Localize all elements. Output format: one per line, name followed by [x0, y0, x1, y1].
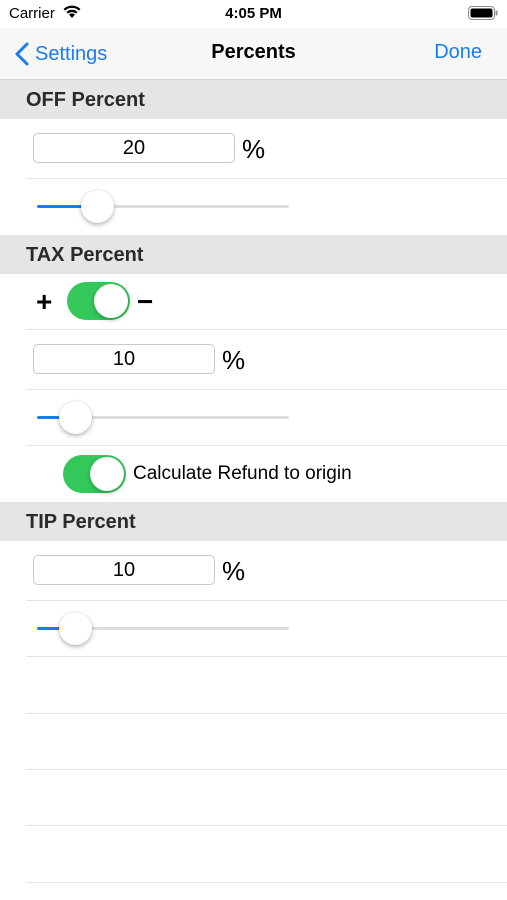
separator — [26, 600, 507, 601]
tax-percent-slider[interactable] — [37, 398, 289, 438]
tip-percent-sign: % — [222, 556, 246, 586]
separator — [26, 178, 507, 179]
slider-thumb[interactable] — [58, 612, 92, 645]
tax-percent-header: TAX Percent — [0, 235, 507, 274]
tip-percent-header: TIP Percent — [0, 502, 507, 541]
off-percent-sign: % — [242, 134, 266, 164]
refund-label: Calculate Refund to origin — [133, 463, 352, 484]
separator — [26, 713, 507, 714]
tax-sign-toggle[interactable] — [67, 282, 130, 320]
plus-label: + — [36, 286, 53, 317]
separator — [26, 329, 507, 330]
status-time: 4:05 PM — [225, 5, 282, 22]
separator — [26, 825, 507, 826]
minus-label: − — [137, 286, 154, 317]
tax-percent-title: TAX Percent — [26, 244, 144, 266]
off-percent-field[interactable] — [33, 133, 235, 163]
tax-percent-field[interactable] — [33, 344, 215, 374]
slider-thumb[interactable] — [58, 401, 92, 434]
done-button[interactable]: Done — [434, 41, 482, 64]
refund-toggle[interactable] — [63, 455, 126, 493]
tip-percent-field[interactable] — [33, 555, 215, 585]
off-percent-title: OFF Percent — [26, 89, 145, 111]
navigation-bar: Settings Percents Done — [0, 28, 507, 80]
separator — [26, 389, 507, 390]
separator — [26, 882, 507, 883]
separator — [26, 769, 507, 770]
tax-percent-sign: % — [222, 345, 246, 375]
page-title: Percents — [211, 41, 296, 63]
off-percent-header: OFF Percent — [0, 80, 507, 119]
battery-icon — [468, 6, 498, 20]
tip-percent-title: TIP Percent — [26, 511, 136, 533]
separator — [26, 445, 507, 446]
status-bar: Carrier 4:05 PM — [0, 0, 507, 28]
off-percent-slider[interactable] — [37, 187, 289, 227]
slider-thumb[interactable] — [81, 190, 115, 223]
tip-percent-slider[interactable] — [37, 609, 289, 649]
separator — [26, 656, 507, 657]
